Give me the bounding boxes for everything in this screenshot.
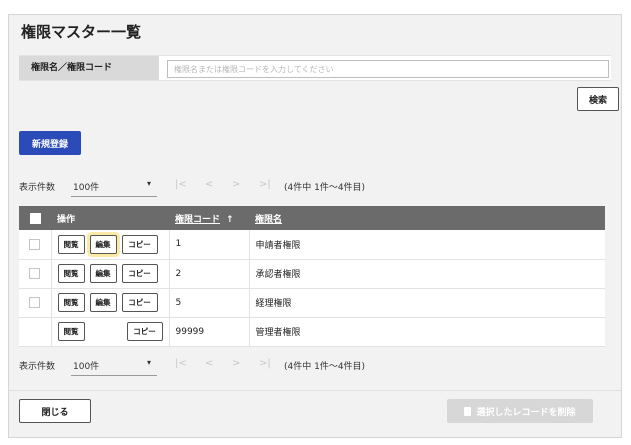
new-register-button[interactable]: 新規登録 (19, 131, 81, 155)
delete-selected-button[interactable]: 選択したレコードを削除 (447, 399, 593, 423)
page-size-select[interactable]: 100件 ▾ (71, 354, 157, 376)
caret-down-icon: ▾ (146, 179, 151, 188)
arrow-up-icon: ↑ (226, 214, 234, 225)
table-row: 閲覧 コピー 99999 管理者権限 (19, 317, 605, 346)
table-row: 閲覧 編集 コピー 1 申請者権限 (19, 230, 605, 259)
record-count: (4件中 1件〜4件目) (284, 183, 366, 193)
cell-name: 管理者権限 (255, 328, 301, 338)
edit-button[interactable]: 編集 (89, 234, 117, 254)
header-name[interactable]: 権限名 (249, 206, 605, 230)
page-title: 権限マスター一覧 (21, 23, 142, 41)
copy-button[interactable]: コピー (121, 234, 158, 254)
table-header-row: 操作 権限コード ↑ 権限名 (19, 206, 605, 230)
header-checkbox-cell (19, 206, 51, 230)
cell-code: 5 (169, 288, 250, 317)
first-page-icon[interactable]: |< (175, 179, 187, 190)
next-page-icon[interactable]: > (232, 179, 240, 190)
view-button[interactable]: 閲覧 (57, 293, 85, 312)
cell-name: 承認者権限 (255, 270, 301, 280)
cell-name: 申請者権限 (255, 240, 301, 251)
edit-button[interactable]: 編集 (89, 293, 117, 312)
pager-top: 表示件数 100件 ▾ |< < > >| (4件中 1件〜4件目) (19, 175, 419, 197)
last-page-icon[interactable]: >| (259, 179, 271, 190)
delete-selected-label: 選択したレコードを削除 (476, 407, 576, 418)
header-operation: 操作 (57, 214, 76, 225)
page-size-value: 100件 (73, 362, 100, 372)
main-panel: 権限マスター一覧 権限名／権限コード 検索 新規登録 表示件数 100件 ▾ |… (8, 14, 622, 438)
copy-button[interactable]: コピー (121, 293, 158, 312)
row-checkbox[interactable] (29, 297, 41, 308)
page-size-label: 表示件数 (19, 362, 56, 372)
prev-page-icon[interactable]: < (205, 179, 213, 190)
trash-icon (464, 406, 472, 416)
header-code-label[interactable]: 権限コード (175, 215, 220, 225)
record-count: (4件中 1件〜4件目) (284, 362, 366, 372)
page-size-value: 100件 (73, 183, 100, 193)
search-label: 権限名／権限コード (19, 56, 159, 80)
search-button[interactable]: 検索 (577, 87, 619, 111)
view-button[interactable]: 閲覧 (57, 264, 85, 283)
authority-table: 操作 権限コード ↑ 権限名 閲覧 編集 コピー 1 申請者権限 閲覧 編集 コ… (19, 206, 605, 347)
prev-page-icon[interactable]: < (205, 358, 213, 369)
cell-code: 99999 (169, 317, 250, 346)
view-button[interactable]: 閲覧 (57, 322, 85, 341)
caret-down-icon: ▾ (146, 358, 151, 367)
search-input[interactable] (167, 60, 609, 78)
table-row: 閲覧 編集 コピー 5 経理権限 (19, 288, 605, 317)
copy-button[interactable]: コピー (126, 322, 163, 341)
first-page-icon[interactable]: |< (175, 358, 187, 369)
last-page-icon[interactable]: >| (259, 358, 271, 369)
page-size-label: 表示件数 (19, 183, 56, 193)
header-code[interactable]: 権限コード ↑ (169, 206, 249, 230)
select-all-checkbox[interactable] (29, 212, 41, 224)
table-row: 閲覧 編集 コピー 2 承認者権限 (19, 259, 605, 288)
edit-button[interactable]: 編集 (89, 264, 117, 283)
row-checkbox[interactable] (29, 238, 41, 250)
pager-bottom: 表示件数 100件 ▾ |< < > >| (4件中 1件〜4件目) (19, 354, 419, 376)
footer-bar: 閉じる 選択したレコードを削除 (9, 390, 621, 438)
view-button[interactable]: 閲覧 (57, 234, 85, 254)
cell-code: 1 (169, 230, 250, 259)
close-button[interactable]: 閉じる (19, 399, 91, 423)
cell-name: 経理権限 (255, 299, 292, 309)
row-checkbox[interactable] (29, 268, 41, 279)
header-name-label[interactable]: 権限名 (255, 215, 282, 225)
next-page-icon[interactable]: > (232, 358, 240, 369)
cell-code: 2 (169, 259, 250, 288)
copy-button[interactable]: コピー (121, 264, 158, 283)
search-row: 権限名／権限コード (19, 55, 611, 81)
page-size-select[interactable]: 100件 ▾ (71, 175, 157, 197)
